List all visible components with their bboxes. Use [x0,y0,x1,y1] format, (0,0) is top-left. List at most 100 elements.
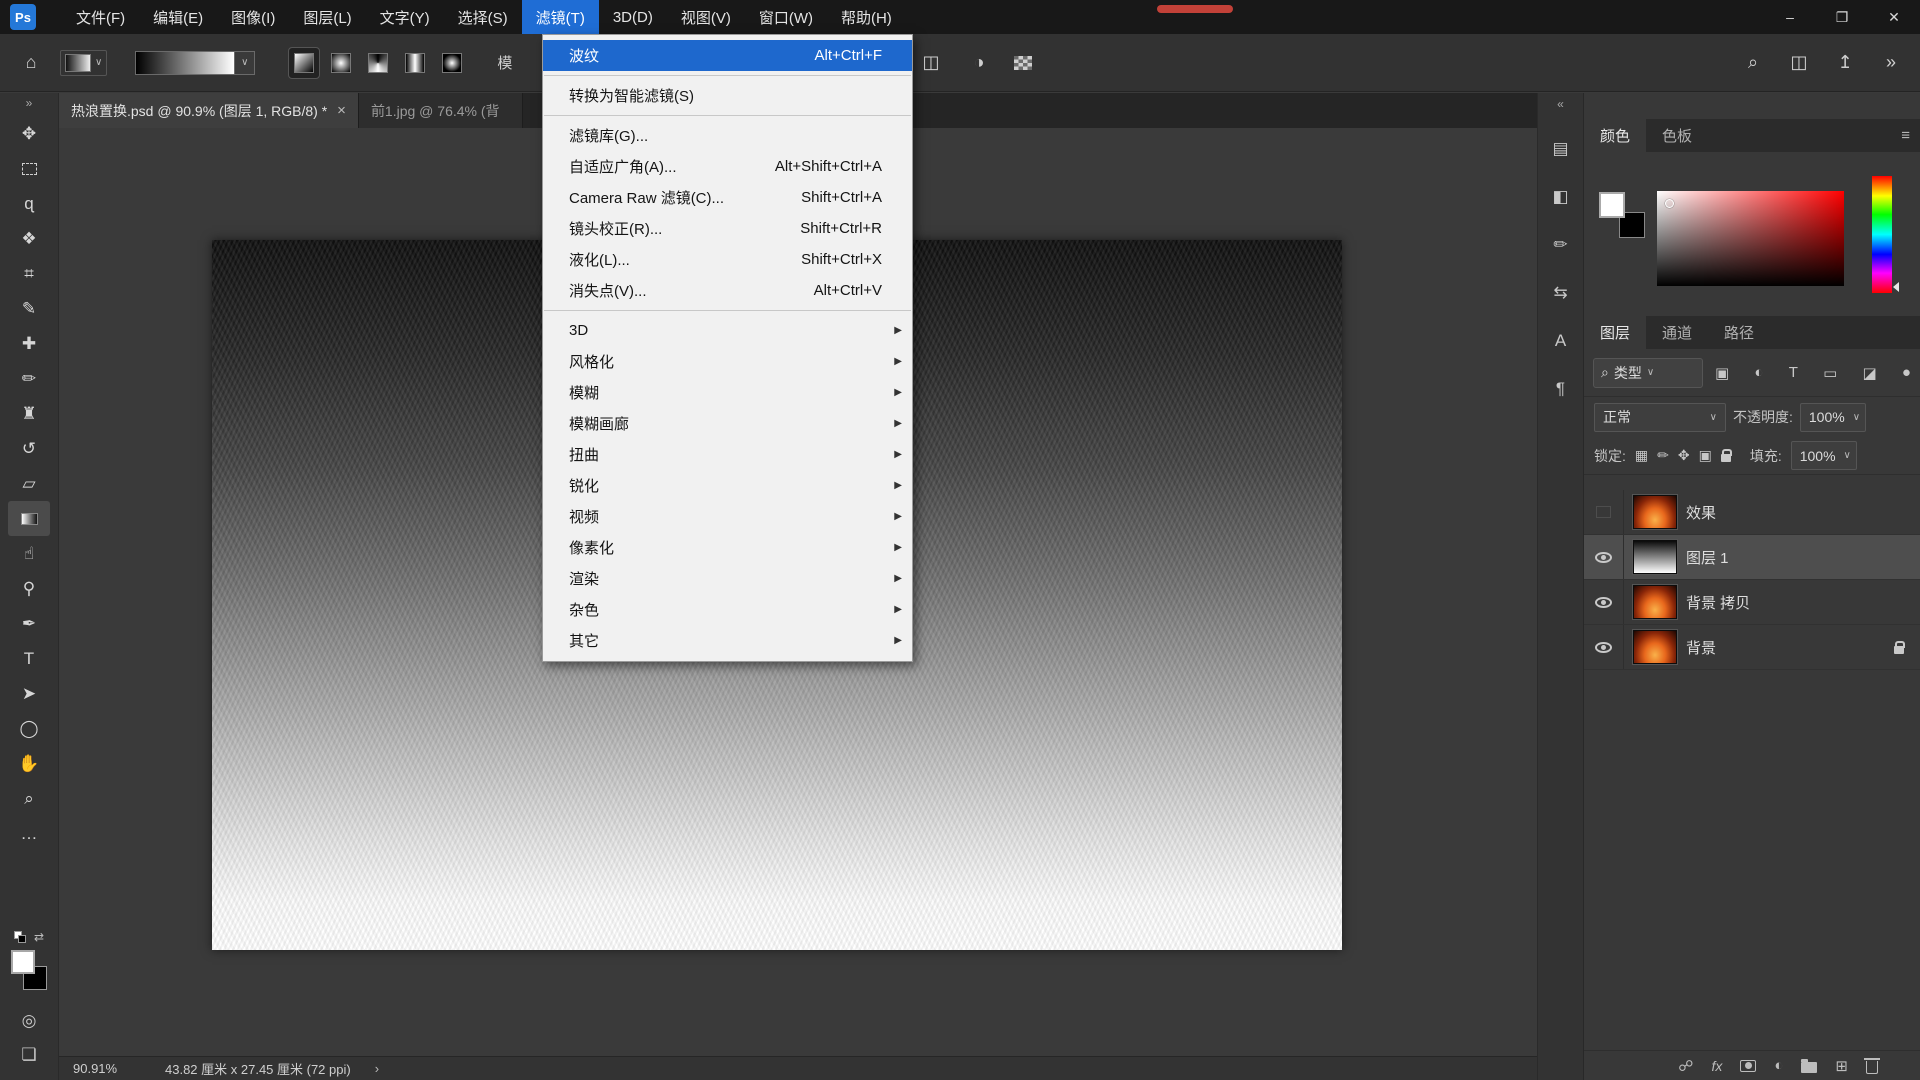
layer-thumbnail[interactable] [1633,540,1677,574]
menubar-item[interactable]: 3D(D) [599,0,667,34]
layer-row[interactable]: 背景 [1584,625,1920,670]
menubar-item[interactable]: 文件(F) [62,0,139,34]
fill-select[interactable]: 100% ∨ [1791,441,1857,470]
panel-tab[interactable]: 通道 [1646,316,1708,349]
layer-style-icon[interactable]: fx [1711,1058,1722,1074]
swap-colors-icon[interactable]: ⇄ [34,930,44,944]
gradient-picker-arrow[interactable]: ∨ [235,51,255,75]
lock-all-icon[interactable] [1721,454,1731,462]
marquee-tool[interactable] [8,151,50,186]
minimize-button[interactable]: – [1764,0,1816,34]
gradient-tool[interactable] [8,501,50,536]
lasso-tool[interactable]: ɋ [8,186,50,221]
color-field-marker[interactable] [1665,199,1674,208]
lock-image-pixels-icon[interactable]: ✏ [1657,447,1669,464]
filter-smart-objects-icon[interactable]: ◪ [1862,364,1876,382]
filter-menu-item[interactable]: 滤镜库(G)... [543,120,912,151]
zoom-level[interactable]: 90.91% [73,1061,125,1076]
panels-collapse-icon[interactable]: « [1557,97,1564,117]
menubar-item[interactable]: 视图(V) [667,0,745,34]
filter-menu-item[interactable]: 波纹 Alt+Ctrl+F [543,40,912,71]
search-icon[interactable]: ⌕ [1740,52,1766,73]
hue-slider-marker[interactable] [1893,282,1899,292]
delete-layer-icon[interactable] [1866,1061,1878,1074]
more-tools[interactable]: … [8,816,50,851]
blend-mode-select[interactable]: 正常 ∨ [1594,403,1726,432]
menubar-item[interactable]: 帮助(H) [827,0,906,34]
brush-settings-panel-icon[interactable]: ✏ [1553,235,1567,255]
type-tool[interactable]: T [8,641,50,676]
panel-tab[interactable]: 图层 [1584,316,1646,349]
layer-filter-type-select[interactable]: ⌕ 类型 ∨ [1593,358,1703,388]
document-tab[interactable]: 前1.jpg @ 76.4% (背 [359,93,523,128]
filter-menu-item[interactable]: 镜头校正(R)... Shift+Ctrl+R [543,213,912,244]
link-layers-icon[interactable]: ☍ [1678,1057,1693,1075]
lock-transparent-pixels-icon[interactable]: ▦ [1635,447,1648,464]
tab-close-icon[interactable]: × [337,102,346,119]
filter-submenu-item[interactable]: 其它 ▶ [543,625,912,656]
brush-tool[interactable]: ✏ [8,361,50,396]
layer-row[interactable]: 背景 拷贝 [1584,580,1920,625]
filter-submenu-item[interactable]: 锐化 ▶ [543,470,912,501]
default-colors-icon[interactable] [14,931,26,943]
filter-submenu-item[interactable]: 模糊 ▶ [543,377,912,408]
character-panel-icon[interactable]: A [1555,331,1566,351]
layer-visibility-toggle[interactable] [1584,580,1624,624]
filter-type-layers-icon[interactable]: T [1789,364,1798,381]
lock-position-icon[interactable]: ✥ [1678,447,1690,464]
gradient-editor[interactable]: ∨ [135,51,255,75]
panel-tab[interactable]: 颜色 [1584,119,1646,152]
angle-gradient-button[interactable] [363,48,393,78]
hand-tool[interactable]: ✋ [8,746,50,781]
screen-mode-icon[interactable]: ❏ [21,1038,36,1072]
transparency-checkerboard-icon[interactable] [1014,56,1032,70]
diamond-gradient-button[interactable] [437,48,467,78]
path-selection-tool[interactable]: ➤ [8,676,50,711]
smudge-tool[interactable]: ☝ [8,536,50,571]
layer-visibility-toggle[interactable] [1584,490,1624,534]
reflected-gradient-button[interactable] [400,48,430,78]
filter-submenu-item[interactable]: 渲染 ▶ [543,563,912,594]
tool-preset-picker[interactable]: ∨ [60,50,107,76]
pen-tool[interactable]: ✒ [8,606,50,641]
crop-tool[interactable]: ⌗ [8,256,50,291]
panel-menu-icon[interactable]: ≡ [1901,127,1910,144]
foreground-color-swatch[interactable] [1599,192,1625,218]
adjustments-panel-icon[interactable]: ◧ [1552,187,1568,207]
filter-menu-item[interactable]: Camera Raw 滤镜(C)... Shift+Ctrl+A [543,182,912,213]
eraser-tool[interactable]: ▱ [8,466,50,501]
dodge-tool[interactable]: ⚲ [8,571,50,606]
layer-visibility-toggle[interactable] [1584,625,1624,669]
status-options-chevron[interactable]: › [375,1061,379,1076]
hue-slider[interactable] [1872,176,1892,293]
clone-stamp-tool[interactable]: ♜ [8,396,50,431]
history-brush-tool[interactable]: ↺ [8,431,50,466]
layer-row[interactable]: 图层 1 [1584,535,1920,580]
more-options-icon[interactable]: » [1878,52,1904,73]
filter-submenu-item[interactable]: 3D ▶ [543,315,912,346]
foreground-color-swatch[interactable] [11,950,35,974]
lock-artboard-icon[interactable]: ▣ [1699,447,1712,464]
menubar-item[interactable]: 图层(L) [289,0,365,34]
filter-submenu-item[interactable]: 风格化 ▶ [543,346,912,377]
restore-button[interactable]: ❐ [1816,0,1868,34]
filter-submenu-item[interactable]: 像素化 ▶ [543,532,912,563]
radial-gradient-button[interactable] [326,48,356,78]
layer-thumbnail[interactable] [1633,630,1677,664]
filter-pixel-layers-icon[interactable]: ▣ [1715,364,1729,382]
layer-row[interactable]: 效果 [1584,490,1920,535]
new-layer-icon[interactable]: ⊞ [1835,1057,1848,1075]
quick-mask-icon[interactable]: ◎ [22,1004,37,1038]
toolbar-collapse-icon[interactable]: » [26,96,33,114]
panel-tab[interactable]: 路径 [1708,316,1770,349]
healing-brush-tool[interactable]: ✚ [8,326,50,361]
linear-gradient-button[interactable] [289,48,319,78]
opacity-icon[interactable]: ◫ [918,52,944,73]
properties-panel-icon[interactable]: ▤ [1552,139,1568,159]
filter-menu-item[interactable]: 消失点(V)... Alt+Ctrl+V [543,275,912,306]
saturation-brightness-field[interactable] [1657,191,1844,286]
filter-menu-item[interactable]: 自适应广角(A)... Alt+Shift+Ctrl+A [543,151,912,182]
layer-thumbnail[interactable] [1633,495,1677,529]
filter-adjustment-layers-icon[interactable]: ◐ [1754,364,1763,381]
opacity-select[interactable]: 100% ∨ [1800,403,1866,432]
